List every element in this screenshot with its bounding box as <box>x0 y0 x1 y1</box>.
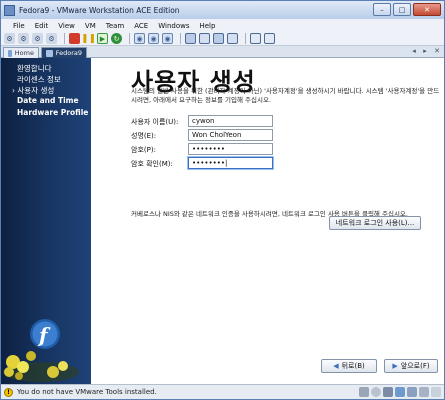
preferences-icon[interactable]: ⚙ <box>46 33 57 44</box>
snapshot-manager-icon[interactable]: ◉ <box>162 33 173 44</box>
power-on-icon[interactable]: ▶ <box>97 33 108 44</box>
sidebar-item-welcome: 환영합니다 <box>17 64 52 73</box>
toolbar-separator <box>64 33 65 44</box>
username-label: 사용자 이름(U): <box>131 118 179 126</box>
reset-icon[interactable]: ↻ <box>111 33 122 44</box>
full-screen-icon[interactable] <box>185 33 196 44</box>
home-icon <box>8 49 12 57</box>
usb-icon[interactable] <box>407 387 417 397</box>
maximize-button[interactable]: □ <box>393 3 411 16</box>
sound-icon[interactable] <box>419 387 429 397</box>
menu-edit[interactable]: Edit <box>35 22 49 30</box>
toolbar-separator <box>129 33 130 44</box>
sidebar-item-create-user-label: 사용자 생성 <box>17 86 55 95</box>
suspend-icon[interactable]: ❚❚ <box>81 33 96 44</box>
guest-screen[interactable]: 환영합니다 라이센스 정보 › 사용자 생성 Date and Time Har… <box>1 58 444 384</box>
device-icons <box>359 387 441 397</box>
sidebar-item-hardware-profile: Hardware Profile <box>17 108 89 117</box>
arrow-left-icon: ◀ <box>333 362 339 370</box>
fedora-logo: f <box>3 319 79 382</box>
current-step-marker: › <box>12 86 15 95</box>
hard-disk-icon[interactable] <box>359 387 369 397</box>
fullname-label: 성명(E): <box>131 132 157 140</box>
fullname-field[interactable]: Won CholYeon <box>188 129 273 141</box>
back-button-label: 뒤로(B) <box>341 362 365 370</box>
toolbar-separator <box>245 33 246 44</box>
vm-icon <box>46 49 53 57</box>
warning-icon: ! <box>4 387 13 397</box>
tab-home-label: Home <box>14 49 34 57</box>
description-text: 시스템의 일반 사용을 위한 (관리자 계정이 아닌) '사용자계정'을 생성하… <box>131 87 440 104</box>
username-field[interactable]: cywon <box>188 115 273 127</box>
window-controls: – □ ✕ <box>373 3 441 16</box>
tab-scroll-left-icon[interactable]: ◂ <box>409 47 419 56</box>
cd-rom-icon[interactable] <box>371 387 381 397</box>
confirm-password-field[interactable]: ••••••••| <box>188 157 273 169</box>
network-icon[interactable] <box>395 387 405 397</box>
toolbar-separator <box>180 33 181 44</box>
firstboot-sidebar: 환영합니다 라이센스 정보 › 사용자 생성 Date and Time Har… <box>1 58 91 384</box>
menu-ace[interactable]: ACE <box>134 22 148 30</box>
open-icon[interactable]: ⚙ <box>32 33 43 44</box>
vmware-window: Fedora9 - VMware Workstation ACE Edition… <box>0 0 445 400</box>
message-icon[interactable] <box>431 387 441 397</box>
menu-file[interactable]: File <box>13 22 25 30</box>
network-login-button[interactable]: 네트워크 로그인 사용(L)... <box>329 216 421 230</box>
team-icon[interactable]: ⚙ <box>18 33 29 44</box>
status-bar: ! You do not have VMware Tools installed… <box>1 384 444 399</box>
back-button[interactable]: ◀ 뒤로(B) <box>321 359 377 373</box>
tab-home[interactable]: Home <box>3 47 39 58</box>
tab-fedora9[interactable]: Fedora9 <box>41 47 87 58</box>
summary-view-icon[interactable] <box>213 33 224 44</box>
tab-close-icon[interactable]: ✕ <box>432 47 442 56</box>
console-view-icon[interactable] <box>227 33 238 44</box>
menu-bar: File Edit View VM Team ACE Windows Help <box>1 19 444 32</box>
arrow-right-icon: ▶ <box>392 362 398 370</box>
vmware-app-icon <box>4 4 15 16</box>
toolbar: ⚙ ⚙ ⚙ ⚙ ❚❚ ▶ ↻ ◉ ◉ ◉ <box>1 32 444 46</box>
title-bar[interactable]: Fedora9 - VMware Workstation ACE Edition… <box>1 1 444 19</box>
close-button[interactable]: ✕ <box>413 3 441 16</box>
window-title: Fedora9 - VMware Workstation ACE Edition <box>19 5 180 15</box>
single-window-icon[interactable] <box>264 33 275 44</box>
sidebar-item-date-time: Date and Time <box>17 96 79 105</box>
unity-icon[interactable] <box>250 33 261 44</box>
tab-fedora9-label: Fedora9 <box>55 49 82 57</box>
password-field[interactable]: •••••••• <box>188 143 273 155</box>
minimize-button[interactable]: – <box>373 3 391 16</box>
menu-vm[interactable]: VM <box>85 22 96 30</box>
quick-switch-icon[interactable] <box>199 33 210 44</box>
snapshot-icon[interactable]: ◉ <box>134 33 145 44</box>
floppy-icon[interactable] <box>383 387 393 397</box>
power-off-icon[interactable] <box>69 33 80 44</box>
menu-help[interactable]: Help <box>199 22 215 30</box>
sidebar-item-license: 라이센스 정보 <box>17 75 61 84</box>
menu-team[interactable]: Team <box>106 22 125 30</box>
status-text: You do not have VMware Tools installed. <box>17 388 157 396</box>
tab-bar: Home Fedora9 ◂ ▸ ✕ <box>1 46 444 58</box>
password-label: 암호(P): <box>131 146 156 154</box>
menu-view[interactable]: View <box>58 22 75 30</box>
sidebar-item-create-user: › 사용자 생성 <box>12 85 54 96</box>
confirm-password-label: 암호 확인(M): <box>131 160 173 168</box>
tab-scroll-right-icon[interactable]: ▸ <box>420 47 430 56</box>
revert-snapshot-icon[interactable]: ◉ <box>148 33 159 44</box>
forward-button[interactable]: ▶ 앞으로(F) <box>384 359 438 373</box>
new-vm-icon[interactable]: ⚙ <box>4 33 15 44</box>
create-user-panel: 사용자 생성 시스템의 일반 사용을 위한 (관리자 계정이 아닌) '사용자계… <box>91 58 444 384</box>
forward-button-label: 앞으로(F) <box>400 362 430 370</box>
menu-windows[interactable]: Windows <box>158 22 189 30</box>
